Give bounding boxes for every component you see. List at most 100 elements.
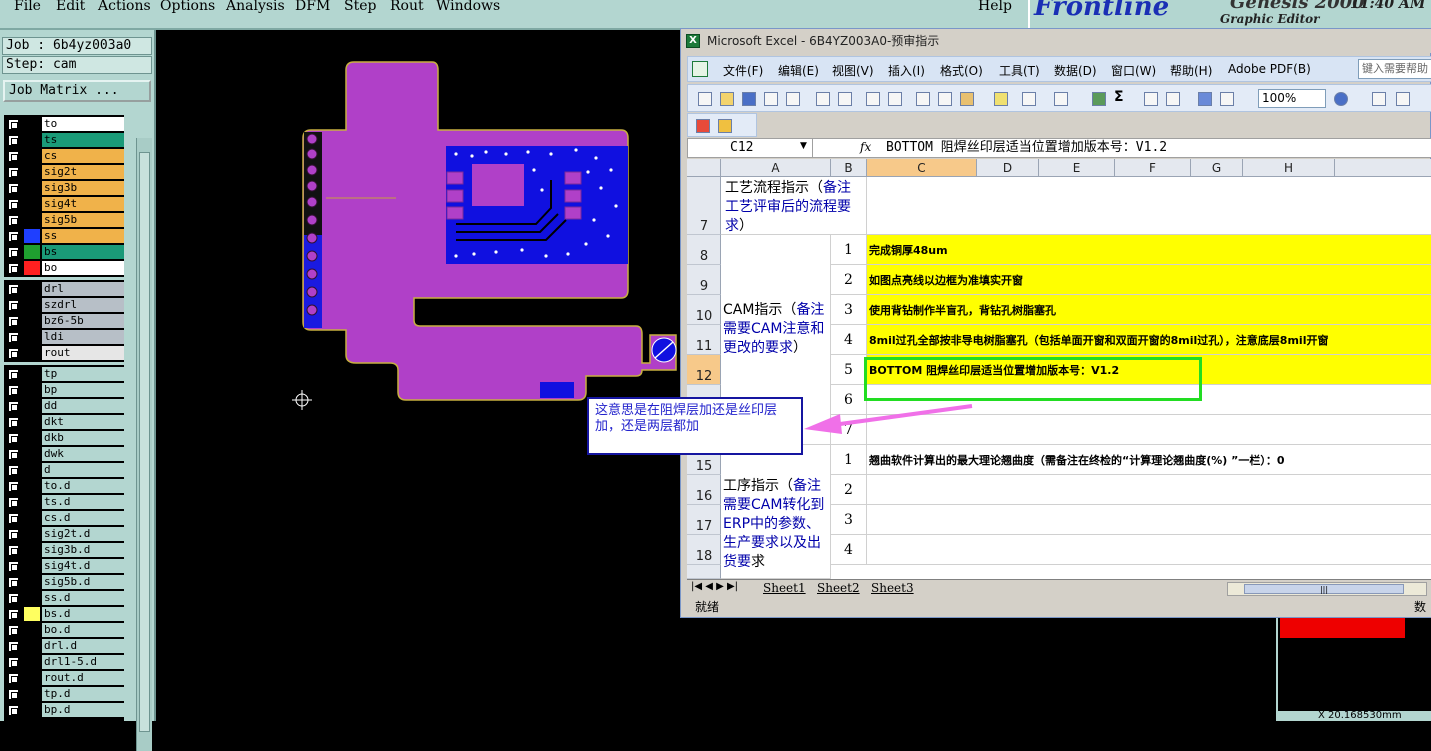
- layer-name[interactable]: bs.d: [42, 607, 124, 621]
- layer-row-bz6-5b[interactable]: bz6-5b: [4, 313, 124, 329]
- cell-content[interactable]: 如图点亮线以边框为准填实开窗: [867, 265, 1431, 295]
- layer-name[interactable]: sig4t: [42, 197, 124, 211]
- fx-icon[interactable]: fx: [860, 140, 871, 154]
- layer-row-bp.d[interactable]: bp.d: [4, 702, 124, 718]
- layer-color-swatch[interactable]: [24, 639, 40, 653]
- layer-checkbox[interactable]: [8, 348, 19, 359]
- paste-icon[interactable]: [960, 92, 974, 106]
- cell-a15-merged[interactable]: 工序指示（备注需要CAM转化到ERP中的参数、生产要求以及出货要求: [721, 445, 831, 579]
- layer-checkbox[interactable]: [8, 513, 19, 524]
- layer-row-sig5b[interactable]: sig5b: [4, 212, 124, 228]
- layer-color-swatch[interactable]: [24, 399, 40, 413]
- research-icon[interactable]: [888, 92, 902, 106]
- layer-name[interactable]: sig3b.d: [42, 543, 124, 557]
- new-icon[interactable]: [698, 92, 712, 106]
- cell-index[interactable]: 1: [831, 445, 867, 475]
- layer-color-swatch[interactable]: [24, 447, 40, 461]
- layer-row-ss.d[interactable]: ss.d: [4, 590, 124, 606]
- layer-color-swatch[interactable]: [24, 511, 40, 525]
- layer-row-tp.d[interactable]: tp.d: [4, 686, 124, 702]
- mail-icon[interactable]: [786, 92, 800, 106]
- layer-checkbox[interactable]: [8, 465, 19, 476]
- layer-color-swatch[interactable]: [24, 543, 40, 557]
- cell-content[interactable]: [867, 505, 1431, 535]
- workbook-icon[interactable]: [692, 61, 708, 77]
- tab-nav-icons[interactable]: |◀ ◀ ▶ ▶|: [691, 581, 738, 592]
- cell-index[interactable]: 3: [831, 505, 867, 535]
- cell-index[interactable]: 4: [831, 325, 867, 355]
- sort-ascending-icon[interactable]: [1144, 92, 1158, 106]
- layer-name[interactable]: dkb: [42, 431, 124, 445]
- excel-titlebar[interactable]: X Microsoft Excel - 6B4YZ003A0-预审指示: [681, 29, 1431, 53]
- layer-checkbox[interactable]: [8, 433, 19, 444]
- row-header-7[interactable]: 7: [687, 177, 721, 235]
- layer-color-swatch[interactable]: [24, 197, 40, 211]
- layer-name[interactable]: sig2t: [42, 165, 124, 179]
- menu-help[interactable]: Help: [978, 0, 1012, 14]
- layer-checkbox[interactable]: [8, 673, 19, 684]
- xl-menu-edit[interactable]: 编辑(E): [778, 62, 819, 79]
- menu-actions[interactable]: Actions: [98, 0, 151, 14]
- layer-name[interactable]: ss.d: [42, 591, 124, 605]
- cell-content[interactable]: 翘曲软件计算出的最大理论翘曲度（需备注在终检的“计算理论翘曲度(%) ”一栏）：…: [867, 445, 1431, 475]
- row-header-12[interactable]: 12: [687, 355, 721, 385]
- layer-name[interactable]: tp.d: [42, 687, 124, 701]
- graphic-canvas[interactable]: [156, 30, 680, 721]
- xl-menu-tools[interactable]: 工具(T): [999, 62, 1040, 79]
- layer-color-swatch[interactable]: [24, 181, 40, 195]
- xl-menu-data[interactable]: 数据(D): [1054, 62, 1097, 79]
- layer-checkbox[interactable]: [8, 300, 19, 311]
- layer-name[interactable]: bp.d: [42, 703, 124, 717]
- layer-row-ts[interactable]: ts: [4, 132, 124, 148]
- layer-color-swatch[interactable]: [24, 559, 40, 573]
- layer-color-swatch[interactable]: [24, 165, 40, 179]
- layer-checkbox[interactable]: [8, 332, 19, 343]
- layer-row-sig2t.d[interactable]: sig2t.d: [4, 526, 124, 542]
- cell-index[interactable]: 2: [831, 475, 867, 505]
- layer-color-swatch[interactable]: [24, 314, 40, 328]
- row-header-10[interactable]: 10: [687, 295, 721, 325]
- layer-name[interactable]: d: [42, 463, 124, 477]
- layer-row-dd[interactable]: dd: [4, 398, 124, 414]
- layer-color-swatch[interactable]: [24, 261, 40, 275]
- formula-input[interactable]: BOTTOM 阻焊丝印层适当位置增加版本号：V1.2: [886, 139, 1167, 157]
- row-header-18[interactable]: 18: [687, 535, 721, 565]
- layer-row-bo[interactable]: bo: [4, 260, 124, 276]
- layer-name[interactable]: drl1-5.d: [42, 655, 124, 669]
- layer-checkbox[interactable]: [8, 625, 19, 636]
- xl-menu-format[interactable]: 格式(O): [940, 62, 983, 79]
- name-box-dropdown-icon[interactable]: ▼: [800, 141, 807, 151]
- cell-index[interactable]: 3: [831, 295, 867, 325]
- layer-row-dkt[interactable]: dkt: [4, 414, 124, 430]
- cell-c7[interactable]: [867, 177, 1431, 235]
- permission-icon[interactable]: [764, 92, 778, 106]
- menu-step[interactable]: Step: [344, 0, 376, 14]
- layer-row-drl1-5.d[interactable]: drl1-5.d: [4, 654, 124, 670]
- layer-checkbox[interactable]: [8, 183, 19, 194]
- layer-name[interactable]: ts: [42, 133, 124, 147]
- layer-name[interactable]: bo.d: [42, 623, 124, 637]
- layer-name[interactable]: bs: [42, 245, 124, 259]
- layer-row-drl.d[interactable]: drl.d: [4, 638, 124, 654]
- layer-name[interactable]: sig3b: [42, 181, 124, 195]
- row-header-19[interactable]: [687, 565, 721, 579]
- layer-row-ts.d[interactable]: ts.d: [4, 494, 124, 510]
- cell-a7[interactable]: 工艺流程指示（备注工艺评审后的流程要求）: [721, 177, 867, 235]
- cell-index[interactable]: 2: [831, 265, 867, 295]
- layer-color-swatch[interactable]: [24, 330, 40, 344]
- layer-color-swatch[interactable]: [24, 463, 40, 477]
- layer-name[interactable]: sig4t.d: [42, 559, 124, 573]
- cell-content[interactable]: [867, 475, 1431, 505]
- layer-name[interactable]: sig5b: [42, 213, 124, 227]
- layer-name[interactable]: ts.d: [42, 495, 124, 509]
- col-header-a[interactable]: A: [721, 159, 831, 177]
- layer-name[interactable]: bo: [42, 261, 124, 275]
- layer-color-swatch[interactable]: [24, 367, 40, 381]
- col-header-g[interactable]: G: [1191, 159, 1243, 177]
- layer-checkbox[interactable]: [8, 609, 19, 620]
- layer-color-swatch[interactable]: [24, 495, 40, 509]
- layer-color-swatch[interactable]: [24, 431, 40, 445]
- layer-row-bp[interactable]: bp: [4, 382, 124, 398]
- menu-rout[interactable]: Rout: [390, 0, 424, 14]
- cut-icon[interactable]: [916, 92, 930, 106]
